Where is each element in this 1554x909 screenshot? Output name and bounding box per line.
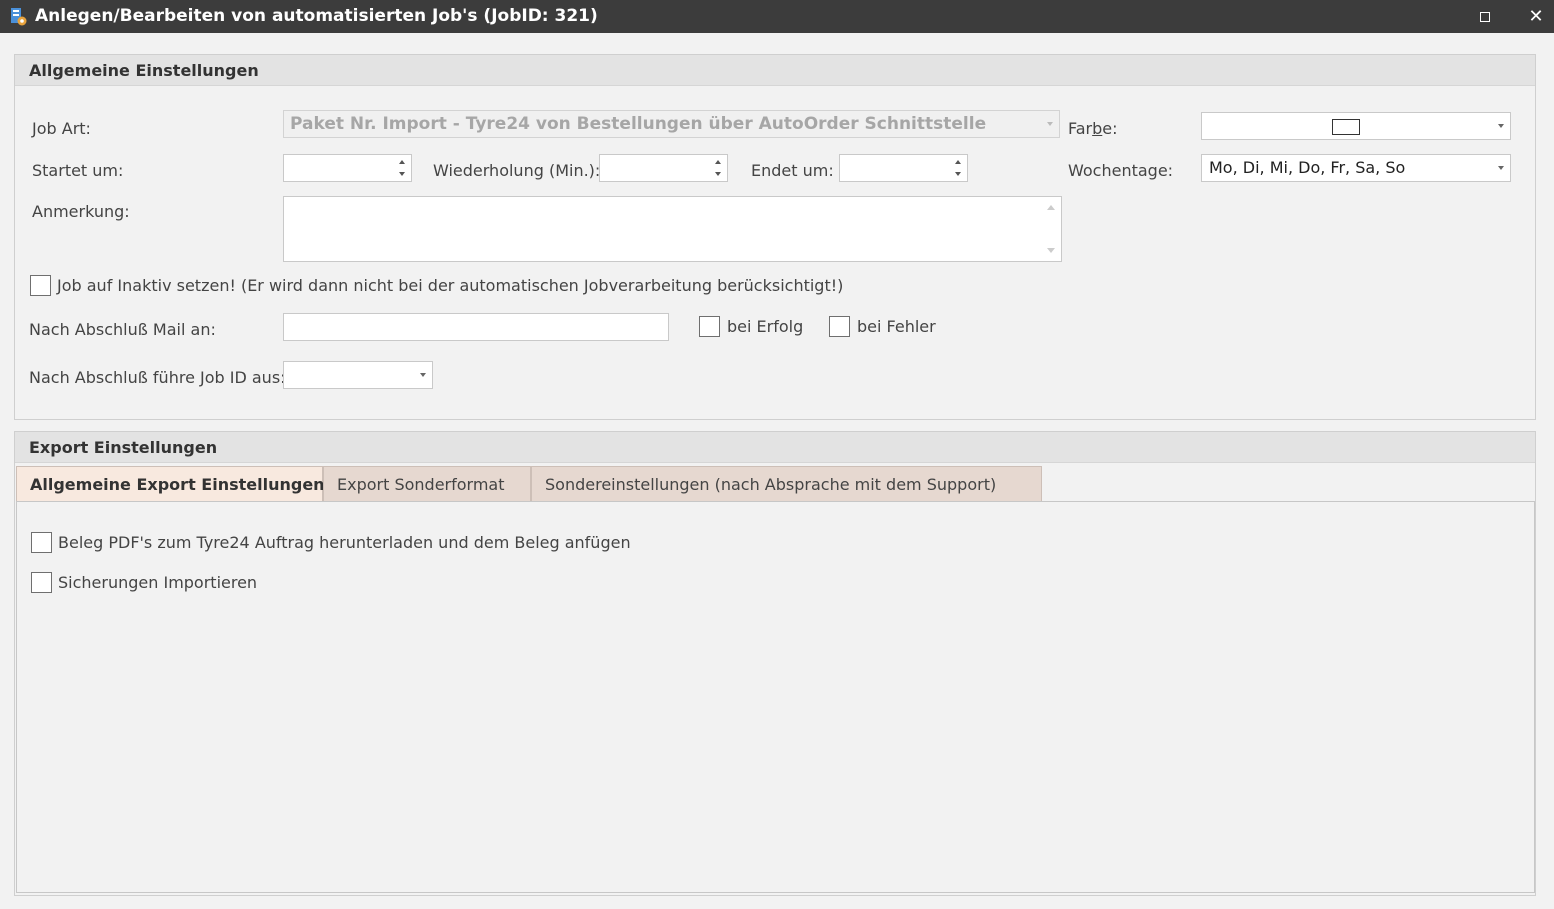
tab-export-sonderformat[interactable]: Export Sonderformat xyxy=(323,466,531,502)
wiederholung-input[interactable] xyxy=(599,154,728,182)
startet-label: Startet um: xyxy=(32,161,124,180)
farbe-label: Farbe: xyxy=(1068,119,1118,138)
anmerkung-label: Anmerkung: xyxy=(32,202,130,221)
chevron-down-icon xyxy=(1498,124,1504,128)
endet-time-input[interactable] xyxy=(839,154,968,182)
anmerkung-textarea[interactable] xyxy=(283,196,1062,262)
endet-label: Endet um: xyxy=(751,161,834,180)
chevron-down-icon xyxy=(1047,122,1053,126)
color-swatch xyxy=(1332,119,1360,135)
tab-sondereinstellungen[interactable]: Sondereinstellungen (nach Absprache mit … xyxy=(531,466,1042,502)
app-icon xyxy=(11,8,27,26)
bei-erfolg-label: bei Erfolg xyxy=(727,317,804,336)
sicherungen-checkbox[interactable] xyxy=(31,572,52,593)
job-art-label: Job Art: xyxy=(32,119,91,138)
beleg-pdf-checkbox[interactable] xyxy=(31,532,52,553)
next-job-dropdown[interactable] xyxy=(283,361,433,389)
export-settings-group: Export Einstellungen Allgemeine Export E… xyxy=(14,431,1536,896)
job-art-value: Paket Nr. Import - Tyre24 von Bestellung… xyxy=(290,114,987,134)
general-settings-header: Allgemeine Einstellungen xyxy=(15,55,1535,86)
maximize-icon xyxy=(1480,11,1490,22)
job-art-dropdown[interactable]: Paket Nr. Import - Tyre24 von Bestellung… xyxy=(283,110,1060,138)
tab-allgemeine-export[interactable]: Allgemeine Export Einstellungen xyxy=(16,466,325,502)
startet-time-input[interactable] xyxy=(283,154,412,182)
export-settings-header: Export Einstellungen xyxy=(15,432,1535,463)
close-button[interactable]: ✕ xyxy=(1513,0,1554,33)
bei-fehler-checkbox[interactable] xyxy=(829,316,850,337)
general-settings-group: Allgemeine Einstellungen Job Art: Paket … xyxy=(14,54,1536,420)
chevron-down-icon xyxy=(420,373,426,377)
wochentage-label: Wochentage: xyxy=(1068,161,1174,180)
beleg-pdf-label: Beleg PDF's zum Tyre24 Auftrag herunterl… xyxy=(58,533,631,552)
mail-input[interactable] xyxy=(283,313,669,341)
window-title: Anlegen/Bearbeiten von automatisierten J… xyxy=(35,6,598,26)
wochentage-value: Mo, Di, Mi, Do, Fr, Sa, So xyxy=(1209,158,1406,177)
bei-fehler-label: bei Fehler xyxy=(857,317,936,336)
farbe-color-picker[interactable] xyxy=(1201,112,1511,140)
spin-buttons[interactable] xyxy=(709,155,727,181)
inaktiv-label: Job auf Inaktiv setzen! (Er wird dann ni… xyxy=(57,276,844,295)
mail-label: Nach Abschluß Mail an: xyxy=(29,320,216,339)
chevron-down-icon xyxy=(1498,166,1504,170)
spin-buttons[interactable] xyxy=(949,155,967,181)
wochentage-dropdown[interactable]: Mo, Di, Mi, Do, Fr, Sa, So xyxy=(1201,154,1511,182)
textarea-scrollbar[interactable] xyxy=(1041,197,1061,261)
inaktiv-checkbox[interactable] xyxy=(30,275,51,296)
bei-erfolg-checkbox[interactable] xyxy=(699,316,720,337)
close-icon: ✕ xyxy=(1528,6,1544,27)
wiederholung-label: Wiederholung (Min.): xyxy=(433,161,601,180)
sicherungen-label: Sicherungen Importieren xyxy=(58,573,258,592)
next-job-label: Nach Abschluß führe Job ID aus: xyxy=(29,368,286,387)
spin-buttons[interactable] xyxy=(393,155,411,181)
tab-page-allgemeine-export: Beleg PDF's zum Tyre24 Auftrag herunterl… xyxy=(16,501,1535,893)
maximize-button[interactable] xyxy=(1462,0,1508,33)
title-bar: Anlegen/Bearbeiten von automatisierten J… xyxy=(0,0,1554,33)
